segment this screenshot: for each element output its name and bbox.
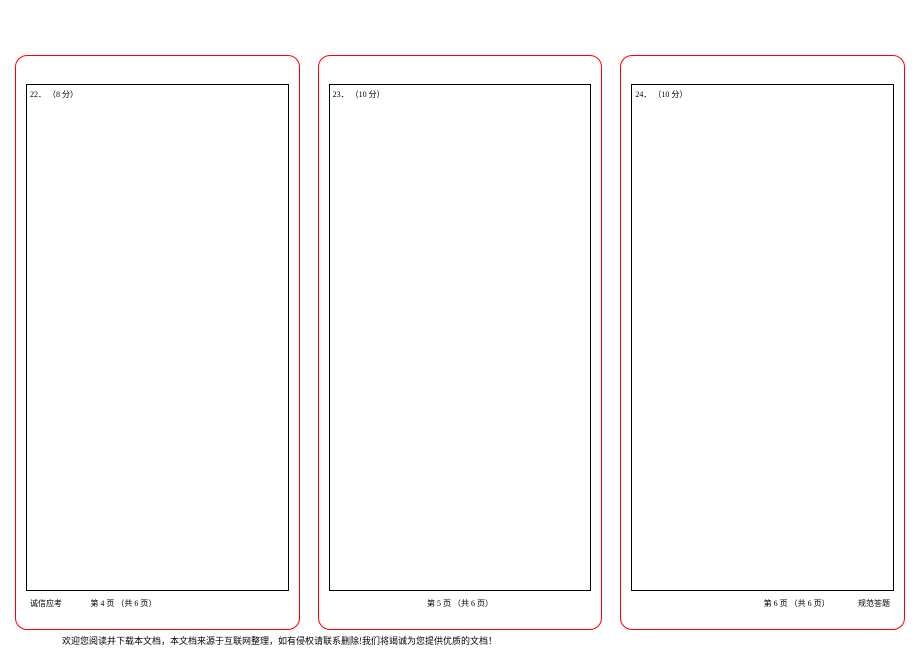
panel-footer: 第 5 页 （共 6 页） xyxy=(319,597,602,609)
answer-panel-page-6: 24． （10 分） 第 6 页 （共 6 页） 规范答题 xyxy=(620,55,905,630)
panel-footer: 第 6 页 （共 6 页） 规范答题 xyxy=(621,597,904,609)
panel-footer: 诚信应考 第 4 页 （共 6 页） xyxy=(16,597,299,609)
page-indicator: 第 4 页 （共 6 页） xyxy=(90,598,156,609)
answer-panel-page-5: 23． （10 分） 第 5 页 （共 6 页） xyxy=(318,55,603,630)
page-indicator: 第 6 页 （共 6 页） xyxy=(764,598,830,609)
page-indicator: 第 5 页 （共 6 页） xyxy=(427,598,493,609)
answer-area xyxy=(329,84,592,591)
footer-left-text: 诚信应考 xyxy=(30,598,62,609)
document-disclaimer: 欢迎您阅读并下载本文档，本文档来源于互联网整理，如有侵权请联系删除!我们将竭诚为… xyxy=(62,634,497,647)
answer-area xyxy=(26,84,289,591)
answer-sheet-panels: 22． （8 分） 诚信应考 第 4 页 （共 6 页） 23． （10 分） … xyxy=(0,0,920,645)
footer-right-text: 规范答题 xyxy=(858,598,890,609)
answer-area xyxy=(631,84,894,591)
answer-panel-page-4: 22． （8 分） 诚信应考 第 4 页 （共 6 页） xyxy=(15,55,300,630)
